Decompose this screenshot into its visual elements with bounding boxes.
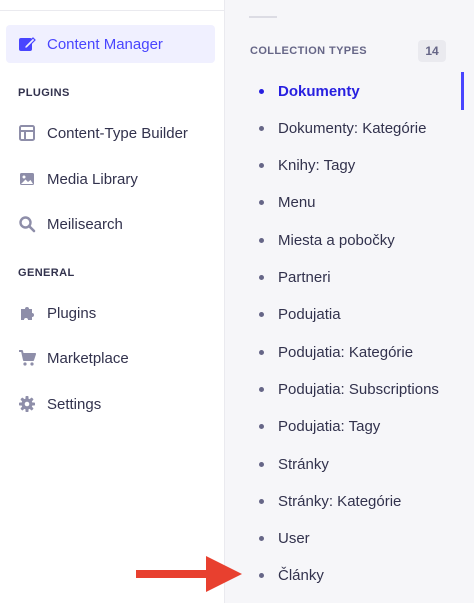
red-arrow-annotation <box>136 556 242 592</box>
